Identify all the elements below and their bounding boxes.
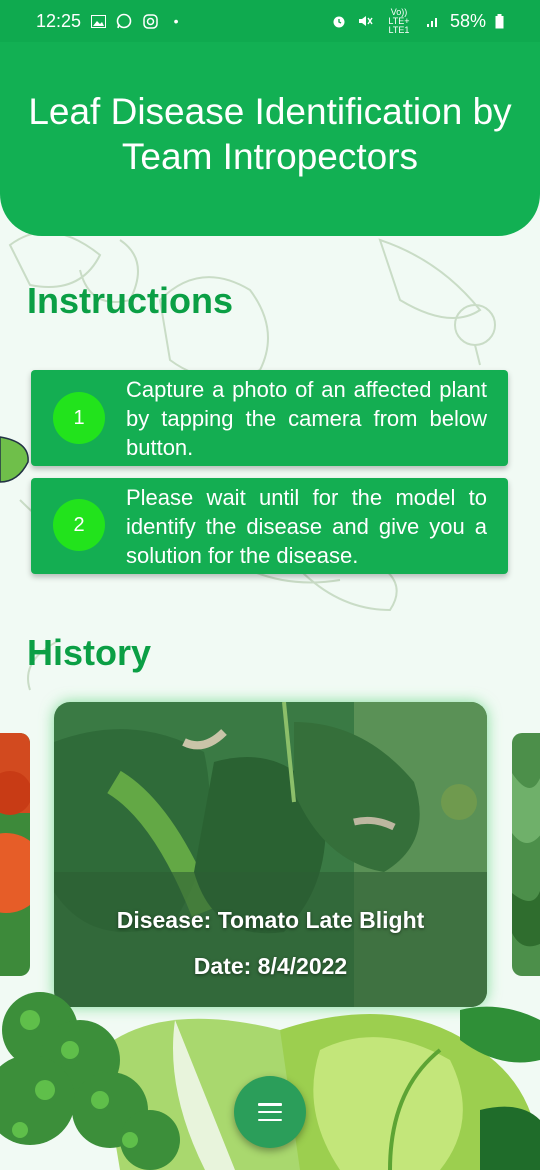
- instruction-card-1: 1 Capture a photo of an affected plant b…: [31, 370, 508, 466]
- step-number-badge: 1: [53, 392, 105, 444]
- battery-icon: [494, 12, 504, 30]
- step-number-badge: 2: [53, 499, 105, 551]
- history-date-label: Date: 8/4/2022: [193, 953, 348, 979]
- history-title: History: [27, 632, 152, 673]
- history-disease-label: Disease: Tomato Late Blight: [116, 907, 425, 933]
- menu-button[interactable]: [234, 1076, 306, 1148]
- signal-icon: [424, 12, 442, 30]
- instruction-text: Please wait until for the model to ident…: [126, 485, 487, 568]
- battery-percent: 58%: [449, 10, 486, 31]
- instagram-icon: [141, 12, 159, 30]
- leaf-doodle: [0, 436, 29, 483]
- mute-icon: [356, 12, 374, 30]
- instruction-text: Capture a photo of an affected plant by …: [126, 377, 487, 460]
- network-label: Vo)) LTE+ LTE1: [388, 6, 410, 35]
- app-title: Leaf Disease Identification by Team Intr…: [28, 91, 512, 177]
- whatsapp-icon: [115, 12, 133, 30]
- gallery-icon: [89, 12, 107, 30]
- history-card-next[interactable]: [512, 733, 540, 976]
- app-header: Leaf Disease Identification by Team Intr…: [0, 42, 540, 236]
- instructions-title: Instructions: [27, 280, 234, 321]
- instruction-card-2: 2 Please wait until for the model to ide…: [31, 478, 508, 574]
- status-time: 12:25: [36, 10, 82, 31]
- alarm-icon: [330, 12, 348, 30]
- menu-icon: [258, 1103, 282, 1121]
- history-card-previous[interactable]: [0, 733, 30, 976]
- history-card[interactable]: Disease: Tomato Late Blight Date: 8/4/20…: [54, 702, 487, 1007]
- status-bar: 12:25 • Vo)) LTE+ LTE1 58%: [0, 0, 540, 42]
- dot-icon: •: [173, 13, 179, 29]
